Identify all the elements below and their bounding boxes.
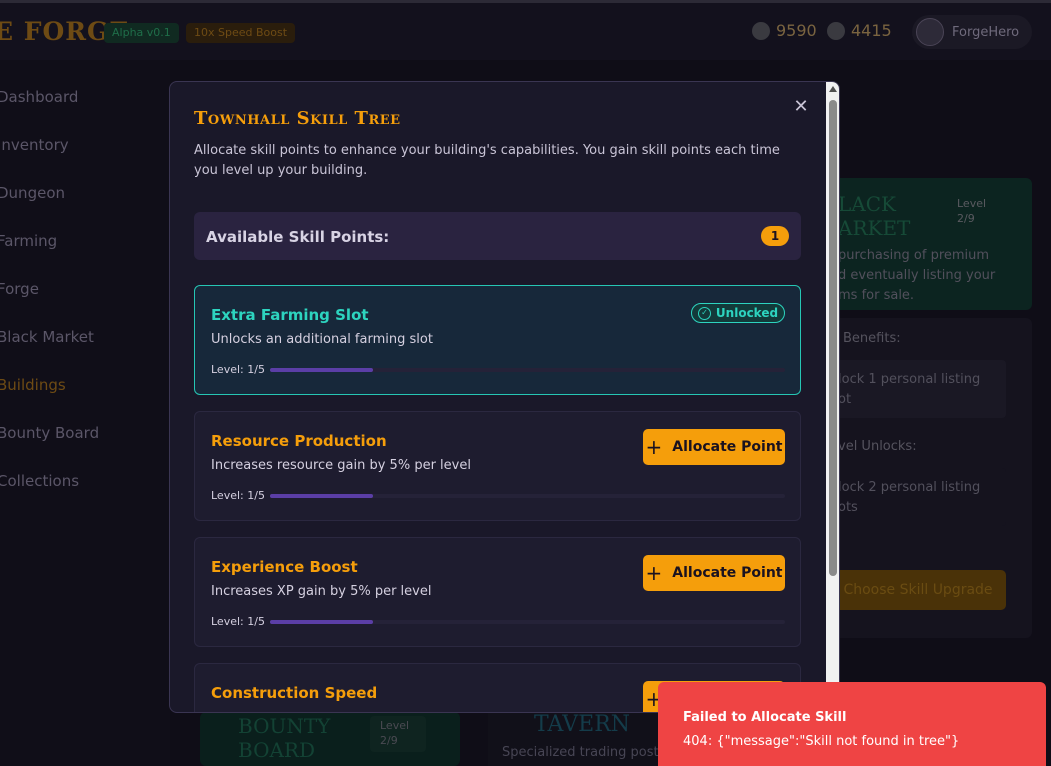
- allocate-point-button[interactable]: + Allocate Point: [643, 555, 785, 591]
- toast-message: 404: {"message":"Skill not found in tree…: [683, 734, 960, 749]
- skill-card-resource-production: Resource Production + Allocate Point Inc…: [194, 411, 801, 521]
- allocate-point-label: Allocate Point: [672, 565, 783, 581]
- alpha-badge: Alpha v0.1: [104, 23, 179, 43]
- sidebar-item-collections[interactable]: Collections: [0, 472, 79, 490]
- tavern-title: TAVERN: [534, 712, 631, 737]
- coin-icon: [752, 21, 770, 40]
- plus-icon: +: [645, 435, 663, 459]
- modal-description: Allocate skill points to enhance your bu…: [194, 143, 780, 178]
- gem-icon: [827, 21, 845, 40]
- allocate-point-button[interactable]: + Allocate Point: [643, 429, 785, 465]
- choose-skill-upgrade-button[interactable]: Choose Skill Upgrade: [830, 570, 1006, 610]
- currency-value: 9590: [776, 21, 817, 40]
- currency-stat: 9590: [752, 21, 817, 40]
- sidebar-item-buildings[interactable]: Buildings: [0, 376, 66, 394]
- skill-points-label: Available Skill Points:: [206, 228, 390, 246]
- skill-level: Level: 1/5: [211, 489, 265, 502]
- sidebar-item-bounty-board[interactable]: Bounty Board: [0, 424, 99, 442]
- plus-icon: +: [645, 561, 663, 585]
- benefit-text: lock 1 personal listing ot: [838, 372, 981, 407]
- unlocked-badge: ✓ Unlocked: [691, 303, 785, 323]
- skill-card-extra-farming-slot: Extra Farming Slot ✓ Unlocked Unlocks an…: [194, 285, 801, 395]
- check-circle-icon: ✓: [697, 306, 711, 320]
- skill-level: Level: 1/5: [211, 615, 265, 628]
- sidebar-item-black-market[interactable]: Black Market: [0, 328, 94, 346]
- skill-description: Increases XP gain by 5% per level: [211, 584, 432, 599]
- skill-progress-bar: [270, 368, 785, 372]
- sidebar-item-inventory[interactable]: Inventory: [0, 136, 69, 154]
- user-menu[interactable]: ForgeHero: [912, 15, 1032, 49]
- scroll-up-arrow-icon[interactable]: [829, 86, 837, 92]
- skill-description: Unlocks an additional farming slot: [211, 332, 433, 347]
- skill-tree-modal: Townhall Skill Tree ✕ Allocate skill poi…: [169, 81, 840, 713]
- sidebar: Dashboard Inventory Dungeon Farming Forg…: [0, 60, 170, 766]
- toast-title: Failed to Allocate Skill: [683, 710, 847, 725]
- skill-card-experience-boost: Experience Boost + Allocate Point Increa…: [194, 537, 801, 647]
- bounty-board-title: BOUNTY BOARD: [238, 714, 331, 762]
- sidebar-item-forge[interactable]: Forge: [0, 280, 39, 298]
- sidebar-item-dashboard[interactable]: Dashboard: [0, 88, 78, 106]
- error-toast[interactable]: Failed to Allocate Skill 404: {"message"…: [658, 682, 1046, 766]
- close-icon[interactable]: ✕: [792, 98, 810, 116]
- sidebar-item-dungeon[interactable]: Dungeon: [0, 184, 65, 202]
- black-market-description: purchasing of premium d eventually listi…: [838, 248, 996, 303]
- skill-description: Increases resource gain by 5% per level: [211, 458, 471, 473]
- username: ForgeHero: [952, 24, 1020, 40]
- next-benefit-text: lock 2 personal listing ots: [838, 480, 981, 515]
- skill-progress-bar: [270, 620, 785, 624]
- gems-value: 4415: [851, 21, 892, 40]
- skill-progress-fill: [270, 494, 373, 498]
- skill-progress-fill: [270, 620, 373, 624]
- black-market-level: Level 2/9: [957, 197, 987, 225]
- top-bar: E FORGE Alpha v0.1 10x Speed Boost 9590 …: [0, 0, 1051, 60]
- next-level-label: vel Unlocks:: [838, 439, 917, 454]
- gems-stat: 4415: [827, 21, 892, 40]
- scrollbar-thumb[interactable]: [829, 100, 837, 576]
- skill-name: Resource Production: [211, 432, 387, 450]
- skill-name: Construction Speed: [211, 684, 378, 702]
- skill-progress-bar: [270, 494, 785, 498]
- skill-points-bar: Available Skill Points: 1: [194, 212, 801, 260]
- avatar: [916, 18, 944, 46]
- modal-scroll-area[interactable]: Townhall Skill Tree ✕ Allocate skill poi…: [170, 82, 826, 712]
- skill-progress-fill: [270, 368, 373, 372]
- skill-points-badge: 1: [761, 226, 789, 246]
- benefits-label: Benefits:: [843, 331, 901, 346]
- tavern-description: Specialized trading post f: [502, 745, 668, 760]
- black-market-title: LACK ARKET: [838, 192, 911, 240]
- speed-boost-badge: 10x Speed Boost: [186, 23, 296, 43]
- skill-name: Extra Farming Slot: [211, 306, 369, 324]
- allocate-point-label: Allocate Point: [672, 439, 783, 455]
- sidebar-item-farming[interactable]: Farming: [0, 232, 57, 250]
- skill-name: Experience Boost: [211, 558, 358, 576]
- modal-title: Townhall Skill Tree: [194, 108, 401, 129]
- bounty-board-level: Level 2/9: [370, 716, 426, 752]
- unlocked-label: Unlocked: [715, 306, 779, 320]
- skill-level: Level: 1/5: [211, 363, 265, 376]
